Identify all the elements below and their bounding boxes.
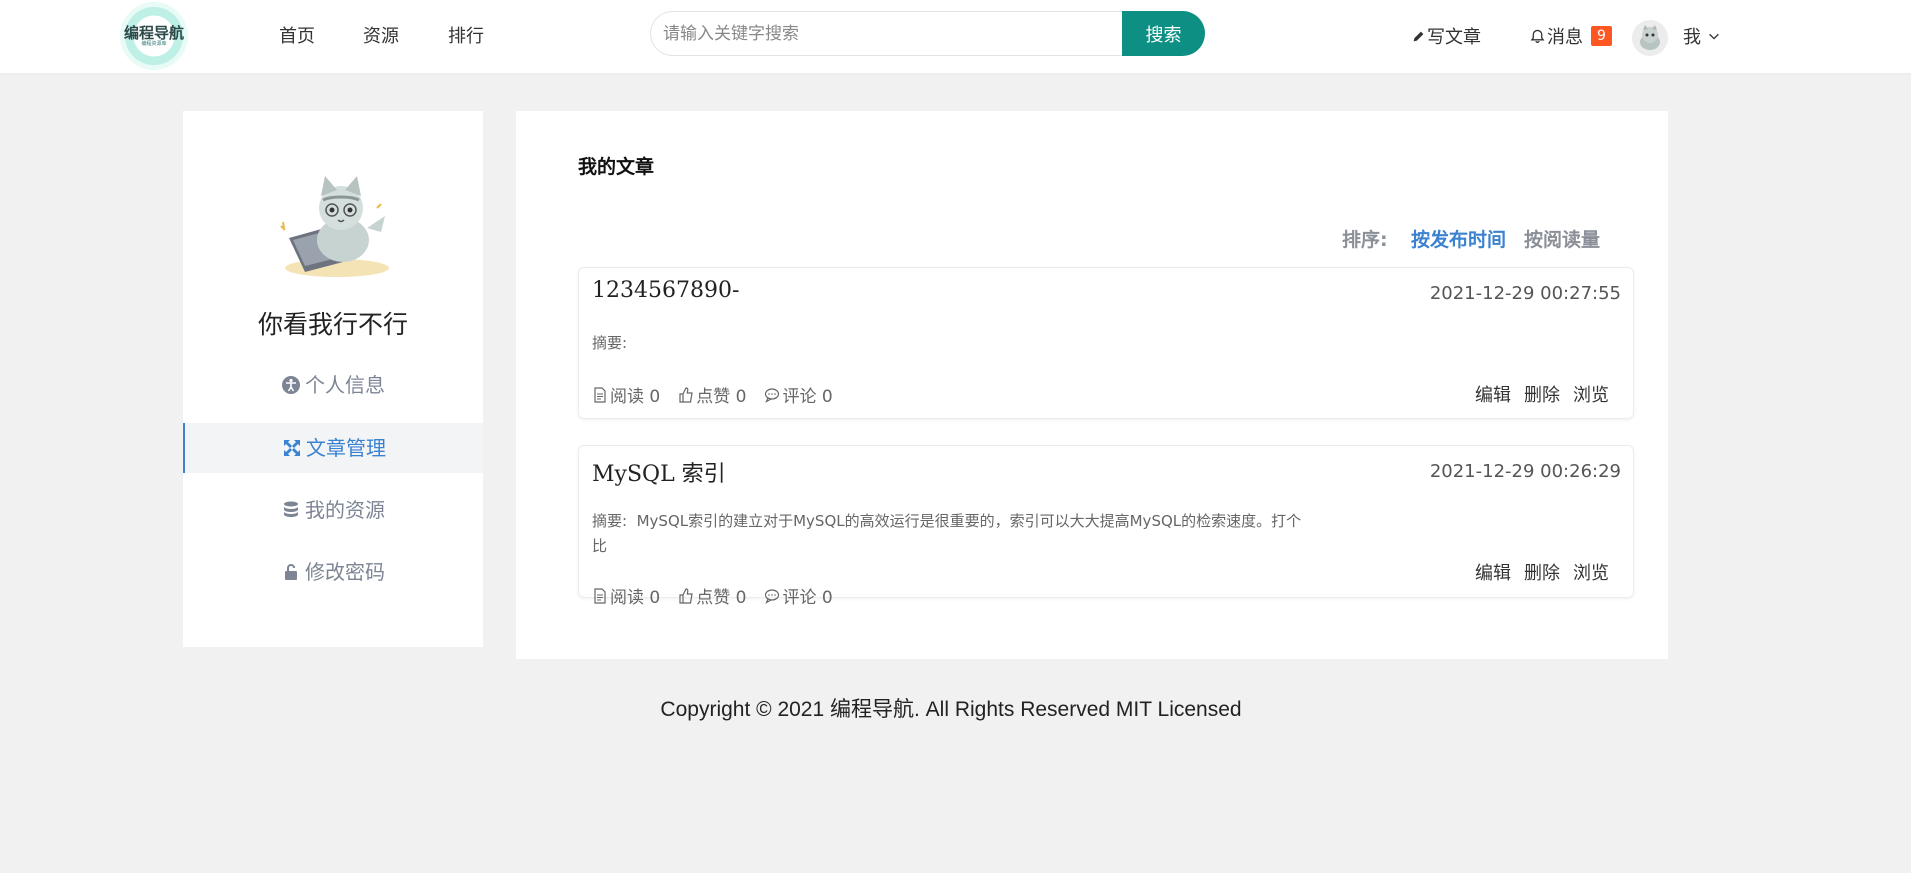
- message-count-badge: 9: [1591, 26, 1612, 46]
- logo-subtitle: 编程资源库: [141, 40, 167, 47]
- article-summary: 摘要: MySQL索引的建立对于MySQL的高效运行是很重要的，索引可以大大提高…: [592, 509, 1372, 559]
- article-date: 2021-12-29 00:26:29: [1429, 461, 1621, 482]
- read-count: 阅读 0: [592, 382, 660, 407]
- delete-button[interactable]: 删除: [1524, 381, 1560, 407]
- like-count: 点赞 0: [678, 583, 746, 608]
- edit-button[interactable]: 编辑: [1475, 381, 1511, 407]
- write-article-link[interactable]: 写文章: [1412, 23, 1481, 49]
- delete-button[interactable]: 删除: [1524, 559, 1560, 585]
- profile-sidebar: 你看我行不行 个人信息 文章管理 我的资源 修改密码: [183, 111, 483, 647]
- article-card: 1234567890- 2021-12-29 00:27:55 摘要: 阅读 0…: [578, 267, 1634, 419]
- user-avatar[interactable]: [1632, 20, 1668, 56]
- top-navbar: 编程导航 编程资源库 首页 资源 排行 搜索 写文章 消息 9 我: [0, 0, 1911, 73]
- article-actions: 编辑 删除 浏览: [1475, 559, 1609, 585]
- site-logo[interactable]: 编程导航 编程资源库: [120, 2, 188, 70]
- article-card: MySQL 索引 2021-12-29 00:26:29 摘要: MySQL索引…: [578, 445, 1634, 608]
- page-title: 我的文章: [578, 156, 655, 178]
- sort-by-reads[interactable]: 按阅读量: [1524, 225, 1600, 252]
- article-actions: 编辑 删除 浏览: [1475, 381, 1609, 407]
- expand-arrows-icon: [284, 440, 300, 456]
- nav-home[interactable]: 首页: [279, 22, 315, 48]
- thumbs-up-icon: [679, 386, 693, 403]
- article-title[interactable]: MySQL 索引: [592, 456, 726, 488]
- user-menu[interactable]: 我: [1683, 23, 1721, 49]
- edit-button[interactable]: 编辑: [1475, 559, 1511, 585]
- summary-text-continued: 比: [592, 537, 608, 555]
- search-input[interactable]: [650, 11, 1122, 56]
- sidebar-item-resources[interactable]: 我的资源: [183, 485, 483, 535]
- bell-icon: [1530, 29, 1545, 43]
- article-stats: 阅读 0 点赞 0 评论 0: [592, 583, 833, 608]
- profile-avatar: [269, 168, 397, 280]
- article-stats: 阅读 0 点赞 0 评论 0: [592, 382, 833, 407]
- thumbs-up-icon: [679, 587, 693, 604]
- document-icon: [594, 386, 606, 403]
- view-button[interactable]: 浏览: [1573, 559, 1609, 585]
- comment-icon: [765, 387, 780, 403]
- like-count: 点赞 0: [678, 382, 746, 407]
- comment-count: 评论 0: [764, 382, 833, 407]
- nav-resources[interactable]: 资源: [363, 22, 399, 48]
- accessibility-icon: [282, 376, 300, 394]
- database-icon: [284, 501, 298, 517]
- sidebar-item-profile[interactable]: 个人信息: [183, 360, 483, 410]
- profile-nickname: 你看我行不行: [257, 310, 408, 339]
- sidebar-item-change-password[interactable]: 修改密码: [183, 547, 483, 597]
- read-count: 阅读 0: [592, 583, 660, 608]
- messages-label: 消息: [1547, 27, 1583, 48]
- sidebar-item-label: 个人信息: [305, 373, 385, 397]
- summary-prefix: 摘要:: [592, 512, 628, 530]
- comment-count: 评论 0: [764, 583, 833, 608]
- article-date: 2021-12-29 00:27:55: [1429, 283, 1621, 304]
- summary-prefix: 摘要:: [592, 334, 628, 352]
- sidebar-item-articles[interactable]: 文章管理: [183, 423, 483, 473]
- sidebar-item-label: 我的资源: [305, 498, 385, 522]
- write-article-label: 写文章: [1427, 27, 1481, 48]
- logo-text: 编程导航: [123, 23, 184, 42]
- footer-copyright: Copyright © 2021 编程导航. All Rights Reserv…: [660, 698, 1242, 721]
- sort-label: 排序:: [1342, 229, 1388, 251]
- articles-panel: 我的文章 排序: 按发布时间 按阅读量 1234567890- 2021-12-…: [516, 111, 1668, 659]
- search-button[interactable]: 搜索: [1122, 11, 1205, 56]
- cat-laptop-icon: [280, 176, 389, 277]
- messages-link[interactable]: 消息 9: [1530, 23, 1612, 49]
- unlock-icon: [285, 564, 297, 580]
- pencil-icon: [1413, 31, 1424, 41]
- document-icon: [594, 587, 606, 604]
- cat-avatar-icon: [1632, 20, 1668, 56]
- sidebar-item-label: 修改密码: [305, 560, 385, 584]
- summary-text: MySQL索引的建立对于MySQL的高效运行是很重要的，索引可以大大提高MySQ…: [636, 512, 1302, 530]
- view-button[interactable]: 浏览: [1573, 381, 1609, 407]
- chevron-down-icon: [1709, 33, 1719, 40]
- sort-by-time[interactable]: 按发布时间: [1411, 225, 1506, 252]
- comment-icon: [765, 588, 780, 604]
- article-summary: 摘要:: [592, 331, 1372, 356]
- sidebar-item-label: 文章管理: [306, 436, 386, 460]
- article-title[interactable]: 1234567890-: [592, 278, 739, 303]
- user-menu-label: 我: [1683, 27, 1701, 48]
- nav-ranking[interactable]: 排行: [448, 22, 484, 48]
